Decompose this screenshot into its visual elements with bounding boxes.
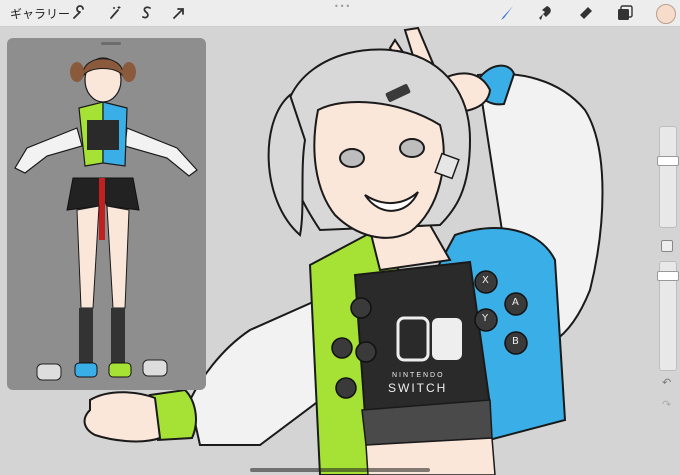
side-sliders: ↶ ↷	[657, 126, 679, 416]
grip-dots: •••	[334, 2, 352, 11]
reference-panel[interactable]	[7, 38, 206, 390]
left-eye	[339, 148, 365, 168]
dpad-right	[355, 341, 377, 363]
gallery-button[interactable]: ギャラリー	[10, 5, 70, 22]
undo-icon[interactable]: ↶	[662, 376, 671, 389]
redo-icon[interactable]: ↷	[662, 398, 671, 411]
layers-icon[interactable]	[616, 4, 634, 22]
left-hand	[83, 391, 162, 443]
color-swatch[interactable]	[656, 4, 676, 24]
switch-logo-right	[432, 318, 462, 360]
transform-arrow-icon[interactable]	[170, 4, 188, 22]
home-indicator	[250, 468, 430, 472]
a-label: A	[512, 297, 519, 308]
brush-icon[interactable]	[498, 4, 516, 22]
modify-button[interactable]	[661, 240, 673, 252]
shirt-text-2: SWITCH	[388, 381, 448, 395]
brush-size-knob[interactable]	[657, 156, 679, 166]
smudge-icon[interactable]	[537, 4, 555, 22]
brush-size-slider[interactable]	[659, 126, 677, 228]
magic-wand-icon[interactable]	[106, 4, 124, 22]
right-eye	[399, 138, 425, 158]
shirt-text-1: NINTENDO	[392, 372, 445, 379]
opacity-knob[interactable]	[657, 271, 679, 281]
dpad-left	[331, 337, 353, 359]
dpad-down	[335, 377, 357, 399]
eraser-icon[interactable]	[577, 4, 595, 22]
wrench-icon[interactable]	[70, 4, 88, 22]
selection-s-icon[interactable]	[138, 4, 156, 22]
reference-drag-handle[interactable]	[101, 42, 121, 45]
b-label: B	[512, 336, 519, 347]
dpad-up	[350, 297, 372, 319]
y-label: Y	[482, 313, 489, 324]
reference-character	[14, 57, 198, 381]
top-toolbar: ギャラリー •••	[0, 0, 680, 27]
x-label: X	[482, 275, 489, 286]
